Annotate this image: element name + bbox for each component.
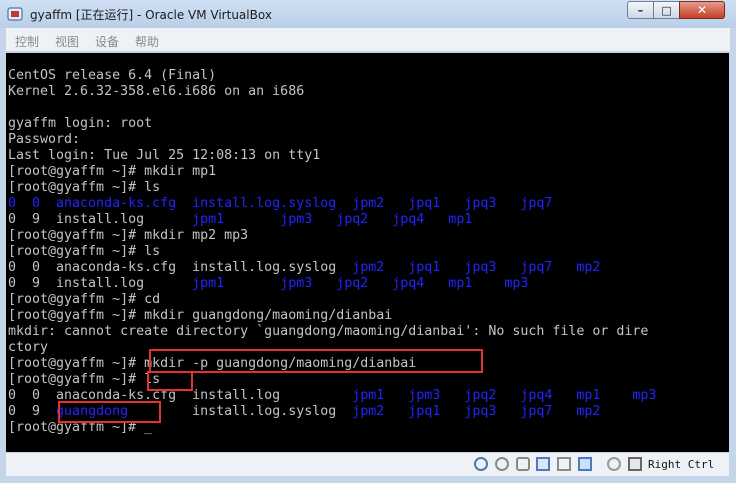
console-line: 0 9 install.log jpm1 jpm3 jpq2 jpq4 mp1 bbox=[8, 212, 472, 228]
console-line: 0 9 install.log jpm1 jpm3 jpq2 jpq4 mp1 … bbox=[8, 276, 528, 292]
virtualbox-icon bbox=[7, 7, 23, 21]
console-line: [root@gyaffm ~]# mkdir mp1 bbox=[8, 164, 217, 179]
maximize-icon: □ bbox=[661, 3, 672, 17]
console-seg: 0 9 bbox=[8, 404, 57, 419]
console-line: gyaffm login: root bbox=[8, 116, 153, 131]
console-seg: jpm3 jpq2 jpq4 mp1 mp3 bbox=[224, 276, 529, 291]
console-seg: jpm1 bbox=[192, 212, 225, 227]
vm-console-screen[interactable]: CentOS release 6.4 (Final) Kernel 2.6.32… bbox=[6, 53, 729, 452]
minimize-button[interactable]: – bbox=[627, 1, 654, 19]
console-seg: install.log.syslog bbox=[128, 404, 353, 419]
console-line: ctory bbox=[8, 340, 49, 355]
console-line: [root@gyaffm ~]# cd bbox=[8, 292, 161, 307]
console-seg: jpm1 bbox=[192, 276, 225, 291]
status-bar: Right Ctrl bbox=[6, 452, 729, 476]
console-line: Kernel 2.6.32-358.el6.i686 on an i686 bbox=[8, 84, 305, 99]
usb-icon[interactable] bbox=[516, 457, 530, 471]
highlight-box-mkdir-p bbox=[149, 349, 483, 373]
console-seg: jpm2 jpq1 jpq3 jpq7 mp2 bbox=[352, 404, 601, 419]
console-seg: jpm3 jpq2 jpq4 mp1 bbox=[224, 212, 473, 227]
console-seg: 0 9 install.log bbox=[8, 212, 193, 227]
shared-folders-icon[interactable] bbox=[557, 457, 571, 471]
highlight-box-guangdong bbox=[58, 401, 161, 423]
console-seg: 0 9 install.log bbox=[8, 276, 193, 291]
menu-devices[interactable]: 设备 bbox=[95, 33, 119, 50]
console-seg: jpm2 jpq1 jpq3 jpq7 bbox=[352, 196, 553, 211]
console-seg: jpm2 jpq1 jpq3 jpq7 mp2 bbox=[352, 260, 601, 275]
menu-bar: 控制 视图 设备 帮助 bbox=[6, 28, 730, 52]
menu-view[interactable]: 视图 bbox=[55, 33, 79, 50]
maximize-button[interactable]: □ bbox=[653, 1, 680, 19]
network-icon[interactable] bbox=[536, 457, 550, 471]
window-title: gyaffm [正在运行] - Oracle VM VirtualBox bbox=[30, 8, 272, 22]
menu-help[interactable]: 帮助 bbox=[135, 33, 159, 50]
console-line: Password: bbox=[8, 132, 81, 147]
close-button[interactable]: ✕ bbox=[679, 1, 725, 19]
console-line: [root@gyaffm ~]# mkdir guangdong/maoming… bbox=[8, 308, 393, 323]
console-line: Last login: Tue Jul 25 12:08:13 on tty1 bbox=[8, 148, 321, 163]
console-seg: 0 0 anaconda-ks.cfg install.log.syslog bbox=[8, 196, 353, 211]
minimize-icon: – bbox=[637, 3, 644, 17]
keyboard-capture-icon[interactable] bbox=[628, 457, 642, 471]
mouse-integration-icon[interactable] bbox=[607, 457, 621, 471]
console-line: [root@gyaffm ~]# mkdir mp2 mp3 bbox=[8, 228, 249, 243]
console-line: mkdir: cannot create directory `guangdon… bbox=[8, 324, 649, 339]
hard-disk-icon[interactable] bbox=[474, 457, 488, 471]
console-seg: 0 0 anaconda-ks.cfg install.log.syslog bbox=[8, 260, 353, 275]
host-key-label: Right Ctrl bbox=[648, 458, 715, 471]
console-line: 0 0 anaconda-ks.cfg install.log.syslog j… bbox=[8, 260, 600, 276]
console-line: [root@gyaffm ~]# ls bbox=[8, 244, 161, 259]
close-icon: ✕ bbox=[696, 3, 708, 17]
console-line: CentOS release 6.4 (Final) bbox=[8, 68, 217, 83]
console-line: [root@gyaffm ~]# ls bbox=[8, 180, 161, 195]
console-line: 0 0 anaconda-ks.cfg install.log.syslog j… bbox=[8, 196, 552, 212]
virtualbox-window: gyaffm [正在运行] - Oracle VM VirtualBox – □… bbox=[0, 0, 736, 483]
menu-control[interactable]: 控制 bbox=[15, 33, 39, 50]
console-seg: jpm1 jpm3 jpq2 jpq4 mp1 mp3 bbox=[352, 388, 657, 403]
console-line: [root@gyaffm ~]# ls bbox=[8, 372, 161, 387]
highlight-box-ls bbox=[147, 371, 193, 391]
optical-drive-icon[interactable] bbox=[495, 457, 509, 471]
title-bar[interactable]: gyaffm [正在运行] - Oracle VM VirtualBox – □… bbox=[0, 0, 736, 28]
video-capture-icon[interactable] bbox=[578, 457, 592, 471]
